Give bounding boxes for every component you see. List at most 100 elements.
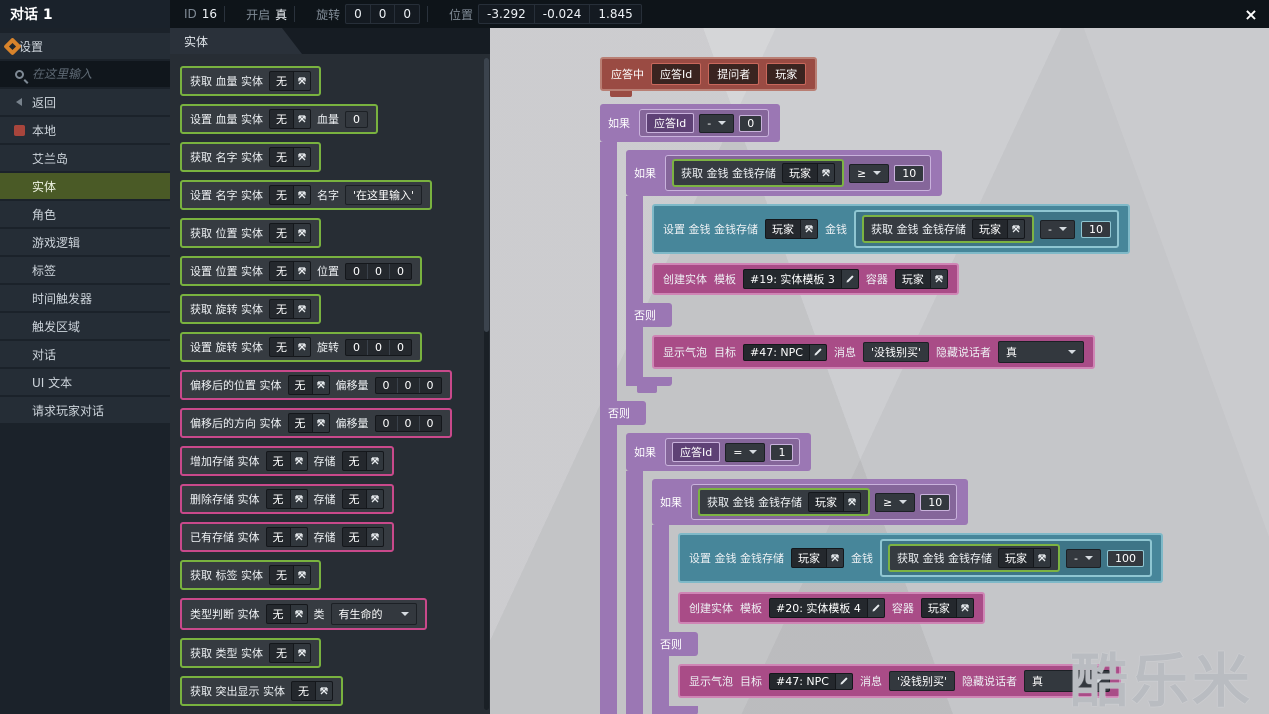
palette-block[interactable]: 增加存储 实体无存储无	[180, 446, 394, 476]
edit-icon[interactable]	[810, 344, 827, 361]
picker-icon[interactable]	[291, 604, 308, 624]
palette-block[interactable]: 获取 标签 实体无	[180, 560, 321, 590]
event-output[interactable]: 玩家	[766, 63, 806, 85]
palette-block[interactable]: 设置 旋转 实体无旋转000	[180, 332, 422, 362]
object-slot[interactable]: 无	[269, 565, 311, 585]
variable-ref[interactable]: 应答Id	[672, 442, 720, 462]
vector-component[interactable]: 0	[367, 340, 389, 355]
sidebar-item[interactable]: 角色	[0, 201, 170, 227]
if-head[interactable]: 如果获取 金钱 金钱存储玩家≥10	[626, 150, 942, 196]
palette-block[interactable]: 设置 血量 实体无血量0	[180, 104, 378, 134]
object-slot[interactable]: 无	[342, 527, 384, 547]
object-slot[interactable]: 玩家	[808, 492, 861, 512]
vector-input[interactable]: 000	[345, 263, 412, 280]
dropdown[interactable]: -	[699, 114, 734, 133]
picker-icon[interactable]	[367, 451, 384, 471]
object-slot[interactable]: 无	[269, 109, 311, 129]
sidebar-item[interactable]: 触发区域	[0, 313, 170, 339]
palette-scrollbar[interactable]	[484, 58, 489, 710]
rotation-y[interactable]: 0	[370, 5, 395, 23]
sidebar-item[interactable]: 请求玩家对话	[0, 397, 170, 423]
object-slot[interactable]: 玩家	[921, 598, 974, 618]
object-slot[interactable]: 玩家	[765, 219, 818, 239]
object-slot[interactable]: 玩家	[791, 548, 844, 568]
template-slot[interactable]: #47: NPC	[769, 673, 853, 690]
script-canvas[interactable]: 应答中应答Id提问者玩家如果应答Id-0 如果获取 金钱 金钱存储玩家≥10 设置 …	[490, 28, 1269, 714]
picker-icon[interactable]	[367, 527, 384, 547]
sidebar-item[interactable]: 返回	[0, 89, 170, 115]
object-slot[interactable]: 无	[269, 71, 311, 91]
vector-component[interactable]: 0	[346, 340, 367, 355]
expression-block[interactable]: 获取 金钱 金钱存储玩家	[862, 215, 1034, 243]
statement-block[interactable]: 显示气泡目标#47: NPC消息'没钱别买'隐藏说话者真	[678, 664, 1121, 698]
picker-icon[interactable]	[294, 223, 311, 243]
palette-block[interactable]: 获取 位置 实体无	[180, 218, 321, 248]
value-input[interactable]: 0	[739, 115, 762, 132]
picker-icon[interactable]	[294, 299, 311, 319]
vector-component[interactable]: 0	[419, 378, 441, 393]
picker-icon[interactable]	[957, 598, 974, 618]
picker-icon[interactable]	[818, 163, 835, 183]
vector-component[interactable]: 0	[389, 340, 411, 355]
edit-icon[interactable]	[868, 598, 885, 618]
position-y[interactable]: -0.024	[534, 5, 590, 23]
close-button[interactable]: ×	[1233, 5, 1269, 24]
picker-icon[interactable]	[291, 489, 308, 509]
if-head[interactable]: 如果应答Id-0	[600, 104, 780, 142]
object-slot[interactable]: 无	[269, 643, 311, 663]
statement-block[interactable]: 创建实体模板#20: 实体模板 4容器玩家	[678, 592, 985, 624]
if-block[interactable]: 如果获取 金钱 金钱存储玩家≥10 设置 金钱 金钱存储玩家金钱获取 金钱 金钱存…	[626, 150, 1130, 393]
vector-component[interactable]: 0	[397, 416, 419, 431]
picker-icon[interactable]	[294, 71, 311, 91]
object-slot[interactable]: 玩家	[998, 548, 1051, 568]
sidebar-item[interactable]: 游戏逻辑	[0, 229, 170, 255]
dropdown[interactable]: 有生命的	[331, 603, 417, 625]
picker-icon[interactable]	[294, 565, 311, 585]
statement-block[interactable]: 设置 金钱 金钱存储玩家金钱获取 金钱 金钱存储玩家-100	[678, 533, 1163, 583]
vector-input[interactable]: 000	[345, 339, 412, 356]
dropdown[interactable]: -	[1040, 220, 1075, 239]
object-slot[interactable]: 玩家	[972, 219, 1025, 239]
value-input[interactable]: 100	[1107, 550, 1144, 567]
vector-component[interactable]: 0	[376, 378, 397, 393]
event-block[interactable]: 应答中应答Id提问者玩家	[600, 57, 817, 91]
picker-icon[interactable]	[294, 643, 311, 663]
object-slot[interactable]: 玩家	[895, 269, 948, 289]
picker-icon[interactable]	[291, 451, 308, 471]
value-input[interactable]: '没钱别买'	[863, 342, 929, 362]
sidebar-item[interactable]: 标签	[0, 257, 170, 283]
tab-entity[interactable]: 实体	[170, 28, 302, 54]
rotation-x[interactable]: 0	[346, 5, 370, 23]
statement-block[interactable]: 设置 金钱 金钱存储玩家金钱获取 金钱 金钱存储玩家-10	[652, 204, 1130, 254]
edit-icon[interactable]	[842, 269, 859, 289]
picker-icon[interactable]	[367, 489, 384, 509]
picker-icon[interactable]	[827, 548, 844, 568]
palette-block[interactable]: 获取 突出显示 实体无	[180, 676, 343, 706]
rotation-values[interactable]: 0 0 0	[345, 4, 420, 24]
picker-icon[interactable]	[294, 337, 311, 357]
object-slot[interactable]: 无	[269, 185, 311, 205]
picker-icon[interactable]	[313, 375, 330, 395]
object-slot[interactable]: 无	[269, 299, 311, 319]
vector-input[interactable]: 000	[375, 377, 442, 394]
object-slot[interactable]: 无	[288, 375, 330, 395]
picker-icon[interactable]	[294, 185, 311, 205]
variable-ref[interactable]: 应答Id	[646, 113, 694, 133]
picker-icon[interactable]	[1034, 548, 1051, 568]
palette-block[interactable]: 获取 旋转 实体无	[180, 294, 321, 324]
if-head[interactable]: 如果获取 金钱 金钱存储玩家≥10	[652, 479, 968, 525]
picker-icon[interactable]	[294, 109, 311, 129]
vector-input[interactable]: 000	[375, 415, 442, 432]
scrollbar-thumb[interactable]	[484, 58, 489, 332]
sidebar-item[interactable]: 时间触发器	[0, 285, 170, 311]
object-slot[interactable]: 无	[266, 604, 308, 624]
rotation-z[interactable]: 0	[394, 5, 419, 23]
event-output[interactable]: 提问者	[708, 63, 759, 85]
object-slot[interactable]: 无	[266, 527, 308, 547]
object-slot[interactable]: 无	[269, 337, 311, 357]
picker-icon[interactable]	[294, 261, 311, 281]
id-value[interactable]: 16	[202, 7, 217, 21]
enabled-value[interactable]: 真	[275, 6, 287, 23]
expression-block[interactable]: 获取 金钱 金钱存储玩家	[888, 544, 1060, 572]
vector-component[interactable]: 0	[376, 416, 397, 431]
